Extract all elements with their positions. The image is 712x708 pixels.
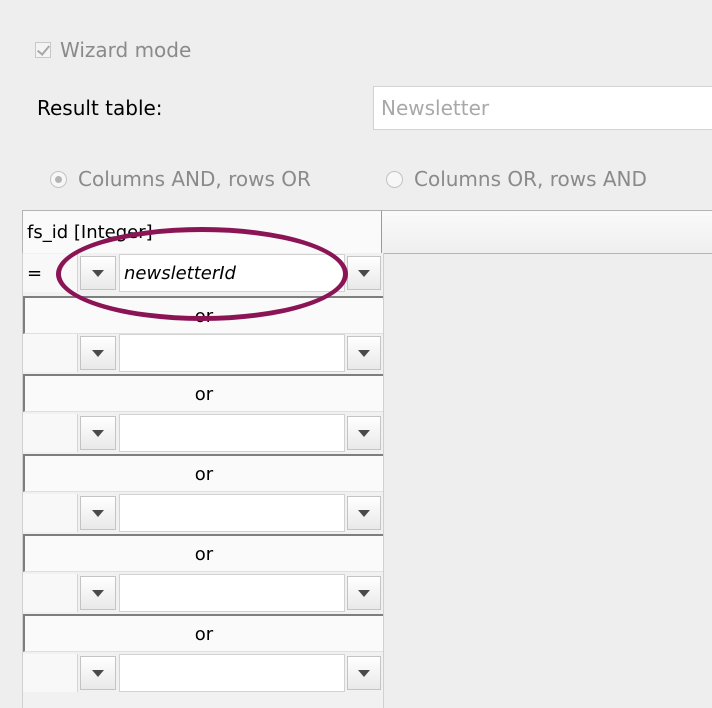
radio-label-and-or: Columns AND, rows OR (78, 167, 311, 191)
value-field[interactable] (119, 414, 345, 452)
or-separator: or (23, 296, 383, 334)
wizard-mode-checkbox[interactable]: Wizard mode (35, 38, 191, 62)
condition-grid: fs_id [Integer] = newsletterId or or or or or (22, 210, 712, 708)
operator-dropdown-button[interactable] (80, 496, 116, 530)
result-table-field[interactable]: Newsletter (373, 86, 712, 130)
chevron-down-icon (92, 350, 104, 357)
value-dropdown-button[interactable] (347, 656, 381, 690)
operator-dropdown-button[interactable] (80, 416, 116, 450)
result-table-label: Result table: (37, 96, 163, 120)
or-separator: or (23, 614, 383, 652)
operator-dropdown-button[interactable] (80, 256, 116, 290)
chevron-down-icon (92, 270, 104, 277)
condition-row (23, 573, 383, 613)
operator-field[interactable] (23, 334, 78, 372)
value-dropdown-button[interactable] (347, 416, 381, 450)
value-field[interactable] (119, 654, 345, 692)
operator-dropdown-button[interactable] (80, 576, 116, 610)
value-dropdown-button[interactable] (347, 576, 381, 610)
value-field[interactable]: newsletterId (119, 254, 345, 292)
operator-field[interactable] (23, 654, 78, 692)
operator-field[interactable] (23, 574, 78, 612)
chevron-down-icon (92, 670, 104, 677)
or-separator: or (23, 454, 383, 492)
radio-selected-icon (50, 170, 67, 188)
chevron-down-icon (358, 510, 370, 517)
chevron-down-icon (92, 590, 104, 597)
condition-row: = newsletterId (23, 253, 383, 293)
operator-field[interactable]: = (23, 254, 78, 292)
checkbox-icon (35, 42, 51, 58)
chevron-down-icon (358, 590, 370, 597)
radio-columns-or-rows-and[interactable]: Columns OR, rows AND (386, 166, 647, 192)
value-dropdown-button[interactable] (347, 256, 381, 290)
chevron-down-icon (358, 270, 370, 277)
chevron-down-icon (358, 430, 370, 437)
column-header-empty (381, 210, 712, 254)
operator-field[interactable] (23, 414, 78, 452)
value-field[interactable] (119, 574, 345, 612)
condition-row (23, 653, 383, 693)
value-field[interactable] (119, 334, 345, 372)
chevron-down-icon (92, 430, 104, 437)
chevron-down-icon (92, 510, 104, 517)
radio-unselected-icon (386, 170, 403, 188)
condition-column: = newsletterId or or or or or (22, 253, 384, 708)
condition-row (23, 333, 383, 373)
condition-row (23, 413, 383, 453)
or-separator: or (23, 534, 383, 572)
radio-label-or-and: Columns OR, rows AND (414, 167, 647, 191)
or-separator: or (23, 374, 383, 412)
operator-dropdown-button[interactable] (80, 336, 116, 370)
chevron-down-icon (358, 350, 370, 357)
chevron-down-icon (358, 670, 370, 677)
condition-row (23, 493, 383, 533)
value-dropdown-button[interactable] (347, 496, 381, 530)
wizard-mode-label: Wizard mode (60, 38, 192, 62)
column-header-fs-id[interactable]: fs_id [Integer] (22, 210, 382, 254)
radio-columns-and-rows-or[interactable]: Columns AND, rows OR (50, 166, 311, 192)
operator-dropdown-button[interactable] (80, 656, 116, 690)
operator-field[interactable] (23, 494, 78, 532)
value-dropdown-button[interactable] (347, 336, 381, 370)
value-field[interactable] (119, 494, 345, 532)
